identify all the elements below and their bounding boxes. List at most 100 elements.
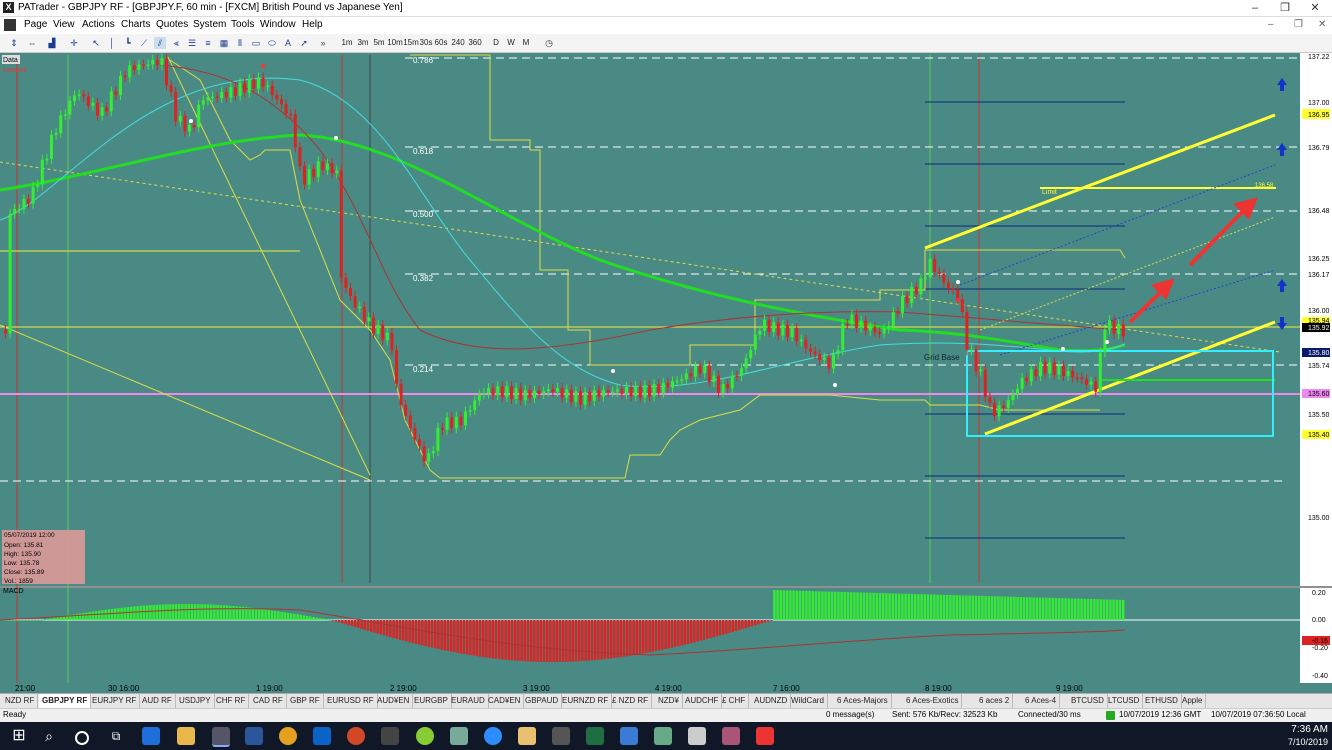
menu-help[interactable]: Help <box>302 19 323 30</box>
timeframe-360[interactable]: 360 <box>467 36 483 50</box>
close-button[interactable]: ✕ <box>1300 0 1330 16</box>
edge-icon[interactable] <box>142 727 160 745</box>
patrader-icon[interactable] <box>212 727 230 747</box>
timeframe-240[interactable]: 240 <box>450 36 466 50</box>
horizontal-line-icon[interactable]: ┗ <box>122 37 134 49</box>
clock-icon[interactable]: ◷ <box>543 37 555 49</box>
chrome-icon[interactable] <box>279 727 297 745</box>
price-chart[interactable]: 0.786 0.618 0.500 0.382 0.214 Grid Base … <box>0 53 1332 693</box>
tab-euraud[interactable]: EURAUD <box>448 694 489 708</box>
file-explorer-icon[interactable] <box>177 727 195 745</box>
tab-6-aces-exotics[interactable]: 6 Aces-Exotics <box>903 694 963 708</box>
taskbar-clock-time[interactable]: 7:36 AM <box>1270 724 1328 735</box>
cortana-icon[interactable] <box>75 731 89 745</box>
maximize-button[interactable]: ❐ <box>1270 0 1300 16</box>
tab-gbpaud[interactable]: GBPAUD <box>522 694 563 708</box>
timeframe-5m[interactable]: 5m <box>372 36 386 50</box>
fib-fan-icon[interactable]: ⫷ <box>170 37 182 49</box>
mdi-minimize-button[interactable]: – <box>1268 19 1274 30</box>
tab-btcusd[interactable]: BTCUSD <box>1068 694 1108 708</box>
word-icon[interactable] <box>245 727 263 745</box>
menu-charts[interactable]: Charts <box>121 19 150 30</box>
tab--chf[interactable]: £ CHF <box>719 694 750 708</box>
task-view-icon[interactable]: ⧉ <box>107 727 125 745</box>
app-icon-red[interactable] <box>756 727 774 745</box>
minimize-button[interactable]: – <box>1240 0 1270 16</box>
tab-cad-en[interactable]: CAD¥EN <box>485 694 525 708</box>
crosshair-icon[interactable]: ✛ <box>68 37 80 49</box>
timeframe-15m[interactable]: 15m <box>403 36 419 50</box>
period-daily[interactable]: D <box>490 36 502 50</box>
fib-time-icon[interactable]: ▦ <box>218 37 230 49</box>
taskbar-clock-date[interactable]: 7/10/2019 <box>1270 737 1328 747</box>
timeframe-10m[interactable]: 10m <box>387 36 403 50</box>
tab-aud-rf[interactable]: AUD RF <box>139 694 176 708</box>
fib-retracement-icon[interactable]: ☰ <box>186 37 198 49</box>
mdi-restore-button[interactable]: ❐ <box>1294 19 1303 30</box>
vertical-line-icon[interactable]: │ <box>106 37 118 49</box>
timeframe-60s[interactable]: 60s <box>434 36 448 50</box>
app-icon-calc[interactable] <box>654 727 672 745</box>
tab-6-aces-4[interactable]: 6 Aces-4 <box>1022 694 1061 708</box>
ellipse-icon[interactable]: ⬭ <box>266 37 278 49</box>
zoom-out-icon[interactable]: ⇔ <box>26 37 38 49</box>
app-icon-generic[interactable] <box>381 727 399 745</box>
tab-eurusd-rf[interactable]: EURUSD RF <box>324 694 378 708</box>
tab-audchf[interactable]: AUDCHF <box>682 694 723 708</box>
excel-icon[interactable] <box>586 727 604 745</box>
tab-nzd-rf[interactable]: NZD RF <box>2 694 39 708</box>
app-icon-teal[interactable] <box>450 727 468 745</box>
arrow-icon[interactable]: ➚ <box>298 37 310 49</box>
app-icon-green[interactable] <box>416 727 434 745</box>
tab-ethusd[interactable]: ETHUSD <box>1142 694 1182 708</box>
tab-aud-en[interactable]: AUD¥EN <box>374 694 414 708</box>
trendline-icon[interactable]: ⟋ <box>138 37 150 49</box>
rectangle-icon[interactable]: ▭ <box>250 37 262 49</box>
menu-actions[interactable]: Actions <box>82 19 115 30</box>
tab-eurnzd-rf[interactable]: EURNZD RF <box>559 694 613 708</box>
period-monthly[interactable]: M <box>520 36 532 50</box>
app-icon-dark[interactable] <box>552 727 570 745</box>
tab-cad-rf[interactable]: CAD RF <box>250 694 287 708</box>
zoom-in-icon[interactable]: ⇕ <box>8 37 20 49</box>
app-icon-purple[interactable] <box>722 727 740 745</box>
timeframe-1m[interactable]: 1m <box>340 36 354 50</box>
timeframe-3m[interactable]: 3m <box>356 36 370 50</box>
period-weekly[interactable]: W <box>505 36 517 50</box>
tab-wildcard[interactable]: WildCard <box>788 694 828 708</box>
tab--nzd-rf[interactable]: £ NZD RF <box>609 694 652 708</box>
menu-window[interactable]: Window <box>260 19 296 30</box>
text-icon[interactable]: A <box>282 37 294 49</box>
chart-window[interactable]: 0.786 0.618 0.500 0.382 0.214 Grid Base … <box>0 53 1332 693</box>
tab-eurjpy-rf[interactable]: EURJPY RF <box>89 694 141 708</box>
menu-tools[interactable]: Tools <box>231 19 254 30</box>
powerpoint-icon[interactable] <box>347 727 365 745</box>
mdi-close-button[interactable]: ✕ <box>1318 19 1326 30</box>
search-icon[interactable]: ⌕ <box>40 727 58 745</box>
tab-nzd-[interactable]: NZD¥ <box>655 694 683 708</box>
fib-extension-icon[interactable]: ≡ <box>202 37 214 49</box>
tab-audnzd[interactable]: AUDNZD <box>751 694 792 708</box>
app-icon-light[interactable] <box>688 727 706 745</box>
tab-gbpjpy-rf[interactable]: GBPJPY RF <box>39 694 92 708</box>
tab-gbp-rf[interactable]: GBP RF <box>287 694 324 708</box>
notes-icon[interactable] <box>518 727 536 745</box>
tab-6-aces-majors[interactable]: 6 Aces-Majors <box>834 694 892 708</box>
tab-apple[interactable]: Apple <box>1179 694 1207 708</box>
zoom-icon[interactable] <box>484 727 502 745</box>
tab-ltcusd[interactable]: LTCUSD <box>1105 694 1144 708</box>
menu-page[interactable]: Page <box>24 19 47 30</box>
start-icon[interactable]: ⊞ <box>10 727 28 745</box>
menu-view[interactable]: View <box>53 19 75 30</box>
menu-quotes[interactable]: Quotes <box>156 19 188 30</box>
more-tools-icon[interactable]: » <box>317 37 329 49</box>
tab-chf-rf[interactable]: CHF RF <box>213 694 250 708</box>
channel-icon[interactable]: ⫽ <box>154 37 166 49</box>
menu-system[interactable]: System <box>193 19 226 30</box>
gann-icon[interactable]: ⦀ <box>234 37 246 49</box>
tab-eurgbp[interactable]: EURGBP <box>411 694 452 708</box>
outlook-icon[interactable] <box>313 727 331 745</box>
tab-usdjpy[interactable]: USDJPY <box>176 694 215 708</box>
app-icon-blue[interactable] <box>620 727 638 745</box>
pointer-icon[interactable]: ↖ <box>90 37 102 49</box>
